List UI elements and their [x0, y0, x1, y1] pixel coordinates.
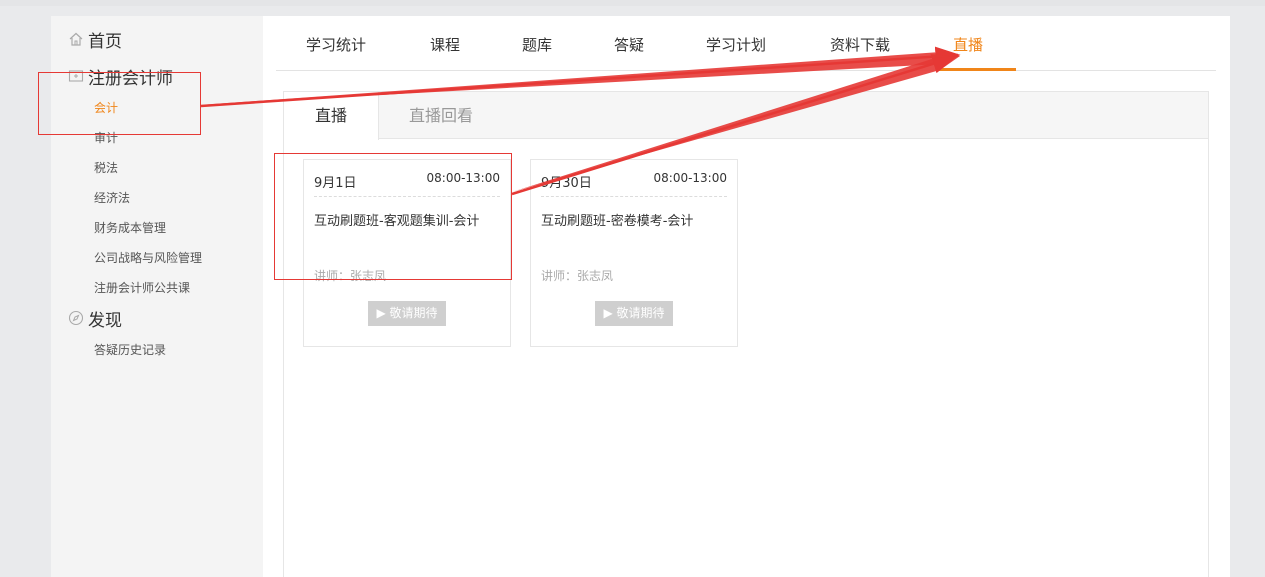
card-teacher: 讲师：张志凤	[541, 269, 614, 283]
sidebar-item-qa-history[interactable]: 答疑历史记录	[94, 342, 166, 358]
subtab-bar: 直播 直播回看	[284, 92, 1208, 140]
compass-icon	[67, 309, 85, 327]
sidebar-discover[interactable]: 发现	[67, 306, 122, 331]
sidebar-item-economic-law[interactable]: 经济法	[94, 190, 130, 206]
coming-soon-button[interactable]: ▶ 敬请期待	[595, 301, 673, 326]
sidebar-item-strategy-risk[interactable]: 公司战略与风险管理	[94, 250, 202, 266]
active-tab-indicator	[939, 68, 1016, 71]
subtab-replay[interactable]: 直播回看	[396, 92, 486, 139]
sidebar-item-tax-law[interactable]: 税法	[94, 160, 118, 176]
subtab-live[interactable]: 直播	[284, 92, 379, 140]
sidebar-home-label: 首页	[88, 31, 122, 52]
coming-soon-button[interactable]: ▶ 敬请期待	[368, 301, 446, 326]
main-content: 学习统计 课程 题库 答疑 学习计划 资料下载 直播 直播 直播回看 9月1日 …	[276, 16, 1216, 577]
tab-courses[interactable]: 课程	[430, 34, 460, 55]
sidebar-discover-label: 发现	[88, 310, 122, 331]
tab-bar: 学习统计 课程 题库 答疑 学习计划 资料下载 直播	[276, 16, 1216, 71]
live-card: 9月30日 08:00-13:00 互动刷题班-密卷模考-会计 讲师：张志凤 ▶…	[530, 159, 738, 347]
top-strip	[0, 0, 1265, 6]
card-date: 9月30日	[541, 176, 592, 191]
app-frame: 首页 注册会计师 会计 审计 税法 经济法 财务成本管理 公司战略与风险管理 注…	[51, 16, 1230, 577]
tab-live[interactable]: 直播	[953, 34, 983, 55]
sidebar-item-financial-cost-management[interactable]: 财务成本管理	[94, 220, 166, 236]
annotation-box-accounting	[38, 72, 201, 135]
card-divider	[541, 196, 727, 197]
home-icon	[67, 30, 85, 48]
tab-qa[interactable]: 答疑	[614, 34, 644, 55]
tab-study-stats[interactable]: 学习统计	[306, 34, 366, 55]
tab-question-bank[interactable]: 题库	[522, 34, 552, 55]
sidebar-home[interactable]: 首页	[67, 27, 122, 52]
card-time: 08:00-13:00	[653, 171, 728, 185]
sidebar-item-cpa-public[interactable]: 注册会计师公共课	[94, 280, 190, 296]
tab-study-plan[interactable]: 学习计划	[706, 34, 766, 55]
card-title[interactable]: 互动刷题班-密卷模考-会计	[541, 210, 693, 229]
tab-downloads[interactable]: 资料下载	[830, 34, 890, 55]
annotation-box-card	[274, 153, 512, 280]
